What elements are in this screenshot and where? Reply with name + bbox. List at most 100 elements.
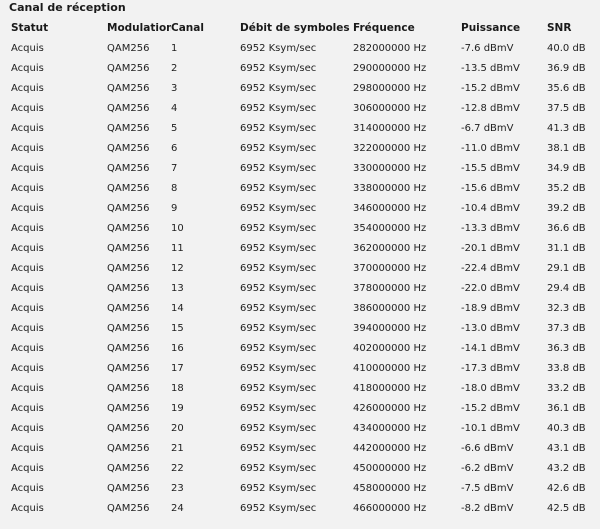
- cell-snr: 29.4 dB: [547, 282, 586, 294]
- header-spacer: [589, 18, 600, 38]
- cell-channel: 15: [171, 322, 184, 334]
- table-row: Acquis QAM256 15 6952 Ksym/sec 394000000 Hz -…: [0, 318, 600, 338]
- cell-channel: 11: [171, 242, 184, 254]
- cell-status: Acquis: [11, 82, 44, 94]
- row-spacer: [589, 38, 600, 58]
- table-header-row: Statut Modulation Canal Débit de symbole…: [0, 18, 600, 38]
- cell-power: -17.3 dBmV: [461, 362, 520, 374]
- cell-channel: 7: [171, 162, 178, 174]
- table-row: Acquis QAM256 12 6952 Ksym/sec 370000000 Hz -…: [0, 258, 600, 278]
- cell-snr: 43.2 dB: [547, 462, 586, 474]
- cell-modulation: QAM256: [107, 322, 150, 334]
- cell-channel: 10: [171, 222, 184, 234]
- table-row: Acquis QAM256 23 6952 Ksym/sec 458000000 Hz -…: [0, 478, 600, 498]
- cell-frequency: 402000000 Hz: [353, 342, 427, 354]
- cell-symbol-rate: 6952 Ksym/sec: [240, 122, 317, 134]
- table-row: Acquis QAM256 16 6952 Ksym/sec 402000000 Hz -…: [0, 338, 600, 358]
- table-row: Acquis QAM256 19 6952 Ksym/sec 426000000 Hz -…: [0, 398, 600, 418]
- header-snr: SNR: [547, 22, 572, 34]
- table-row: Acquis QAM256 7 6952 Ksym/sec 330000000 Hz -1…: [0, 158, 600, 178]
- cell-snr: 42.6 dB: [547, 482, 586, 494]
- cell-snr: 36.3 dB: [547, 342, 586, 354]
- row-spacer: [589, 358, 600, 378]
- cell-snr: 40.3 dB: [547, 422, 586, 434]
- cell-power: -22.4 dBmV: [461, 262, 520, 274]
- cell-power: -15.5 dBmV: [461, 162, 520, 174]
- cell-power: -12.8 dBmV: [461, 102, 520, 114]
- row-spacer: [589, 298, 600, 318]
- cell-power: -6.2 dBmV: [461, 462, 514, 474]
- cell-symbol-rate: 6952 Ksym/sec: [240, 242, 317, 254]
- cell-snr: 37.5 dB: [547, 102, 586, 114]
- row-spacer: [589, 378, 600, 398]
- cell-status: Acquis: [11, 262, 44, 274]
- cell-modulation: QAM256: [107, 62, 150, 74]
- downstream-channel-table: Statut Modulation Canal Débit de symbole…: [0, 18, 600, 518]
- cell-symbol-rate: 6952 Ksym/sec: [240, 62, 317, 74]
- cell-frequency: 466000000 Hz: [353, 502, 427, 514]
- row-spacer: [589, 178, 600, 198]
- cell-snr: 33.2 dB: [547, 382, 586, 394]
- cell-channel: 4: [171, 102, 178, 114]
- cell-modulation: QAM256: [107, 302, 150, 314]
- cell-power: -15.2 dBmV: [461, 402, 520, 414]
- cell-channel: 9: [171, 202, 178, 214]
- cell-status: Acquis: [11, 302, 44, 314]
- row-spacer: [589, 258, 600, 278]
- row-spacer: [589, 138, 600, 158]
- cell-power: -7.6 dBmV: [461, 42, 514, 54]
- cell-channel: 19: [171, 402, 184, 414]
- cell-modulation: QAM256: [107, 482, 150, 494]
- table-row: Acquis QAM256 1 6952 Ksym/sec 282000000 Hz -7…: [0, 38, 600, 58]
- cell-power: -8.2 dBmV: [461, 502, 514, 514]
- cell-modulation: QAM256: [107, 42, 150, 54]
- cell-symbol-rate: 6952 Ksym/sec: [240, 402, 317, 414]
- row-spacer: [589, 158, 600, 178]
- cell-channel: 5: [171, 122, 178, 134]
- cell-modulation: QAM256: [107, 182, 150, 194]
- table-row: Acquis QAM256 20 6952 Ksym/sec 434000000 Hz -…: [0, 418, 600, 438]
- table-row: Acquis QAM256 3 6952 Ksym/sec 298000000 Hz -1…: [0, 78, 600, 98]
- cell-modulation: QAM256: [107, 82, 150, 94]
- cell-symbol-rate: 6952 Ksym/sec: [240, 222, 317, 234]
- cell-modulation: QAM256: [107, 402, 150, 414]
- cell-status: Acquis: [11, 322, 44, 334]
- cell-snr: 42.5 dB: [547, 502, 586, 514]
- cell-status: Acquis: [11, 102, 44, 114]
- cell-snr: 40.0 dB: [547, 42, 586, 54]
- cell-power: -6.6 dBmV: [461, 442, 514, 454]
- cell-snr: 43.1 dB: [547, 442, 586, 454]
- cell-symbol-rate: 6952 Ksym/sec: [240, 182, 317, 194]
- cell-channel: 21: [171, 442, 184, 454]
- cell-status: Acquis: [11, 182, 44, 194]
- cell-snr: 29.1 dB: [547, 262, 586, 274]
- cell-symbol-rate: 6952 Ksym/sec: [240, 382, 317, 394]
- cell-channel: 1: [171, 42, 178, 54]
- header-channel: Canal: [171, 22, 204, 34]
- table-row: Acquis QAM256 2 6952 Ksym/sec 290000000 Hz -1…: [0, 58, 600, 78]
- cell-channel: 13: [171, 282, 184, 294]
- cell-status: Acquis: [11, 222, 44, 234]
- cell-frequency: 426000000 Hz: [353, 402, 427, 414]
- cell-status: Acquis: [11, 422, 44, 434]
- cell-frequency: 346000000 Hz: [353, 202, 427, 214]
- cell-power: -13.0 dBmV: [461, 322, 520, 334]
- cell-frequency: 394000000 Hz: [353, 322, 427, 334]
- cell-channel: 18: [171, 382, 184, 394]
- cell-symbol-rate: 6952 Ksym/sec: [240, 282, 317, 294]
- cell-modulation: QAM256: [107, 422, 150, 434]
- cell-status: Acquis: [11, 362, 44, 374]
- cell-status: Acquis: [11, 342, 44, 354]
- cell-modulation: QAM256: [107, 502, 150, 514]
- cell-frequency: 370000000 Hz: [353, 262, 427, 274]
- cell-symbol-rate: 6952 Ksym/sec: [240, 302, 317, 314]
- cell-status: Acquis: [11, 462, 44, 474]
- table-row: Acquis QAM256 14 6952 Ksym/sec 386000000 Hz -…: [0, 298, 600, 318]
- cell-modulation: QAM256: [107, 142, 150, 154]
- cell-frequency: 386000000 Hz: [353, 302, 427, 314]
- cell-status: Acquis: [11, 402, 44, 414]
- row-spacer: [589, 218, 600, 238]
- row-spacer: [589, 278, 600, 298]
- table-row: Acquis QAM256 18 6952 Ksym/sec 418000000 Hz -…: [0, 378, 600, 398]
- cell-symbol-rate: 6952 Ksym/sec: [240, 462, 317, 474]
